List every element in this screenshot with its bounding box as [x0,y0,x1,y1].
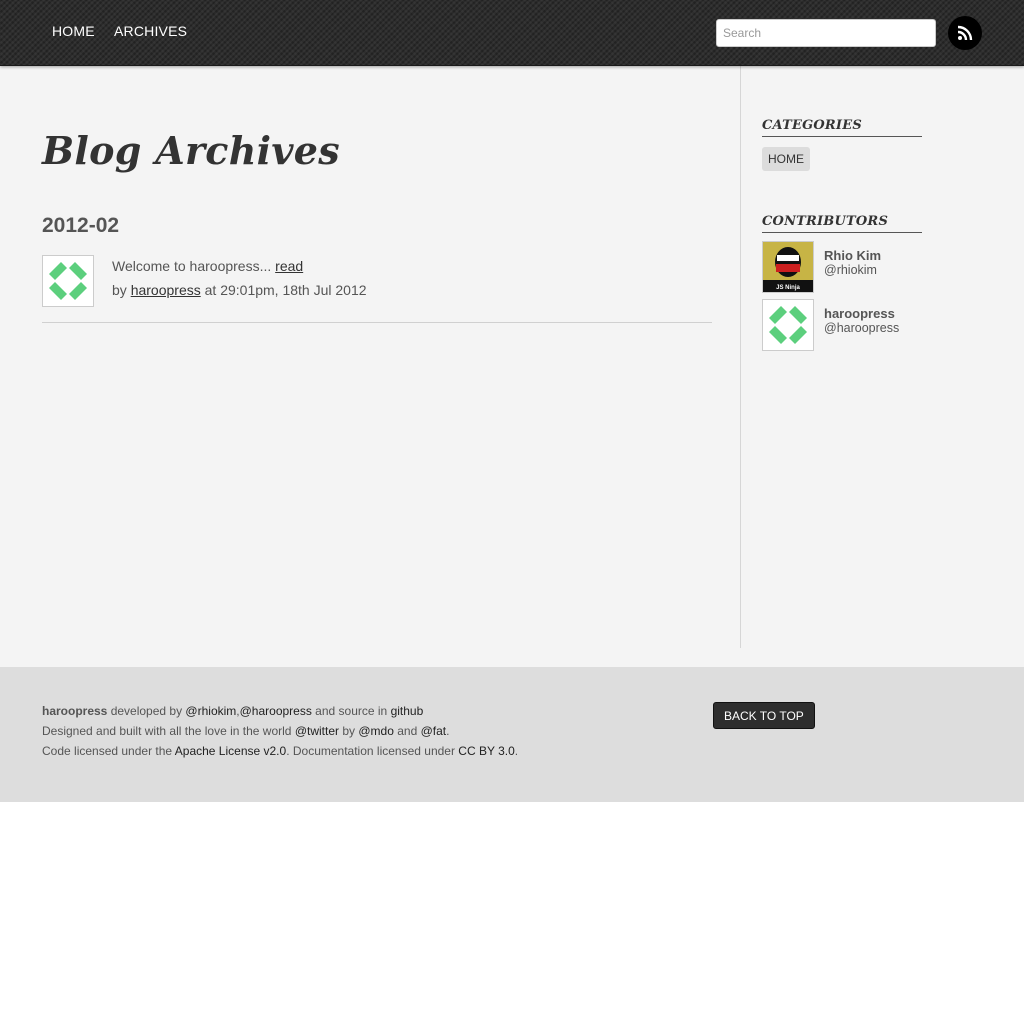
footer-text: and source in [311,704,391,718]
footer-apache-link[interactable]: Apache License v2.0 [175,744,286,758]
back-to-top-button[interactable]: BACK TO TOP [713,702,815,729]
footer-twitter-link[interactable]: @twitter [295,724,339,738]
footer-credits-line: haroopress developed by @rhiokim,@haroop… [42,704,423,718]
top-navbar: HOME ARCHIVES [0,0,1024,66]
rss-icon [957,25,973,41]
ninja-avatar-icon: JS Ninja [763,242,813,292]
footer-text: Designed and built with all the love in … [42,724,295,738]
contributor-avatar-haroopress[interactable] [762,299,814,351]
footer-haroopress-link[interactable]: @haroopress [240,704,312,718]
read-link[interactable]: read [275,258,303,274]
footer-mdo-link[interactable]: @mdo [358,724,394,738]
footer-design-line: Designed and built with all the love in … [42,724,449,738]
contributor-avatar-rhiokim[interactable]: JS Ninja [762,241,814,293]
main-content-area: Blog Archives 2012-02 Welcome to haroopr… [0,66,1024,667]
post-author-avatar[interactable] [42,255,94,307]
contributor-name[interactable]: haroopress [824,306,895,321]
post-excerpt: Welcome to haroopress... [112,258,276,274]
page-footer: haroopress developed by @rhiokim,@haroop… [0,667,1024,802]
footer-fat-link[interactable]: @fat [421,724,447,738]
contributor-name[interactable]: Rhio Kim [824,248,881,263]
post-date: at 29:01pm, 18th Jul 2012 [200,282,367,298]
post-meta-line: by haroopress at 29:01pm, 18th Jul 2012 [112,282,367,298]
footer-brand-link[interactable]: haroopress [42,704,107,718]
footer-ccby-link[interactable]: CC BY 3.0 [458,744,514,758]
footer-license-line: Code licensed under the Apache License v… [42,744,518,758]
footer-rhiokim-link[interactable]: @rhiokim [185,704,236,718]
footer-text: . [514,744,519,758]
identicon-icon [49,262,87,300]
footer-github-link[interactable]: github [391,704,424,718]
page-title: Blog Archives [42,128,340,173]
post-divider [42,322,712,323]
contributor-handle[interactable]: @haroopress [824,321,899,335]
post-excerpt-line: Welcome to haroopress... read [112,258,303,274]
categories-heading: CATEGORIES [762,118,922,137]
footer-text: developed by [107,704,186,718]
contributors-heading: CONTRIBUTORS [762,214,922,233]
search-input[interactable] [716,19,936,47]
footer-text: . [446,724,450,738]
footer-text: Code licensed under the [42,744,175,758]
nav-home-link[interactable]: HOME [52,23,95,39]
ninja-avatar-text: JS Ninja [776,285,800,291]
nav-archives-link[interactable]: ARCHIVES [114,23,187,39]
archive-year-heading: 2012-02 [42,214,120,237]
post-by-label: by [112,282,131,298]
post-author-link[interactable]: haroopress [131,282,201,298]
footer-text: . Documentation licensed under [286,744,459,758]
sidebar-divider [740,66,741,648]
category-tag-home[interactable]: HOME [762,147,810,171]
rss-button[interactable] [948,16,982,50]
contributor-handle[interactable]: @rhiokim [824,263,877,277]
footer-text: by [339,724,359,738]
identicon-icon [769,306,807,344]
footer-text: and [393,724,421,738]
